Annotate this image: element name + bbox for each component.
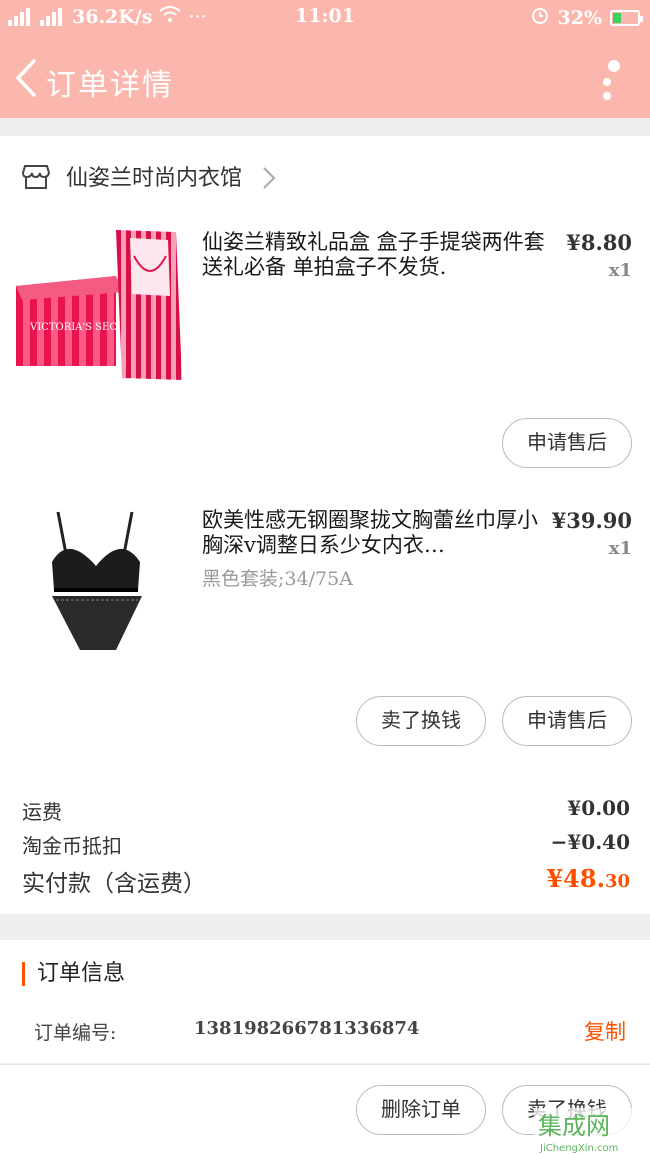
page-title: 订单详情 [46, 68, 174, 103]
coin-label: 淘金币抵扣 [22, 834, 122, 858]
shipping-row: 运费 ¥0.00 [22, 796, 630, 825]
header: 订单详情 [0, 40, 650, 118]
battery-percent: 32% [557, 6, 603, 29]
shipping-label: 运费 [22, 800, 62, 824]
watermark-logo: 集成网 JiChengXin.com [534, 1104, 648, 1154]
product-qty-2: x1 [608, 538, 632, 559]
order-info-card: 订单信息 订单编号: 138198266781336874 复制 [0, 940, 650, 1063]
shop-card: 仙姿兰时尚内衣馆 VICTORIA'S SECRET 仙姿兰精致礼品盒 盒子手提… [0, 136, 650, 914]
total-value: ¥48.30 [546, 864, 630, 893]
shop-name: 仙姿兰时尚内衣馆 [66, 166, 243, 191]
total-cents: 30 [604, 871, 630, 892]
alarm-icon [530, 5, 550, 30]
product-title-1[interactable]: 仙姿兰精致礼品盒 盒子手提袋两件套送礼必备 单拍盒子不发货. [202, 230, 552, 280]
resell-button-2[interactable]: 卖了换钱 [356, 696, 486, 746]
total-label: 实付款（含运费） [22, 871, 206, 897]
store-icon [21, 164, 51, 194]
coin-row: 淘金币抵扣 −¥0.40 [22, 830, 630, 859]
coin-value: −¥0.40 [550, 830, 630, 854]
total-row: 实付款（含运费） ¥48.30 [22, 864, 630, 898]
top-bar: 36.2K/s ··· 11:01 32% 订单详情 [0, 0, 650, 118]
back-button[interactable] [10, 58, 42, 98]
status-bar: 36.2K/s ··· 11:01 32% [0, 0, 650, 34]
product-price-1: ¥8.80 [566, 230, 632, 255]
after-sale-button-1[interactable]: 申请售后 [502, 418, 632, 468]
product-qty-1: x1 [608, 260, 632, 281]
copy-button[interactable]: 复制 [584, 1016, 626, 1046]
shop-link[interactable]: 仙姿兰时尚内衣馆 [0, 136, 650, 214]
watermark-en: JiChengXin.com [539, 1143, 618, 1154]
product-image-gift-box[interactable]: VICTORIA'S SECRET [16, 226, 186, 396]
chevron-right-icon [262, 166, 276, 196]
order-number: 138198266781336874 [194, 1018, 420, 1039]
product-image-bra-set[interactable] [16, 504, 186, 674]
product-sku-2: 黑色套装;34/75A [202, 568, 353, 590]
order-number-label: 订单编号: [34, 1022, 117, 1044]
battery-icon [610, 9, 643, 26]
order-info-heading: 订单信息 [22, 962, 125, 986]
shipping-value: ¥0.00 [567, 796, 630, 820]
delete-order-button[interactable]: 删除订单 [356, 1085, 486, 1135]
total-main: ¥48. [546, 864, 605, 893]
chevron-left-icon [15, 59, 36, 97]
product-title-2[interactable]: 欧美性感无钢圈聚拢文胸蕾丝巾厚小胸深v调整日系少女内衣… [202, 508, 552, 558]
watermark-cn: 集成网 [538, 1112, 610, 1140]
product-price-2: ¥39.90 [551, 508, 632, 533]
after-sale-button-2[interactable]: 申请售后 [502, 696, 632, 746]
more-menu-button[interactable] [588, 50, 628, 106]
